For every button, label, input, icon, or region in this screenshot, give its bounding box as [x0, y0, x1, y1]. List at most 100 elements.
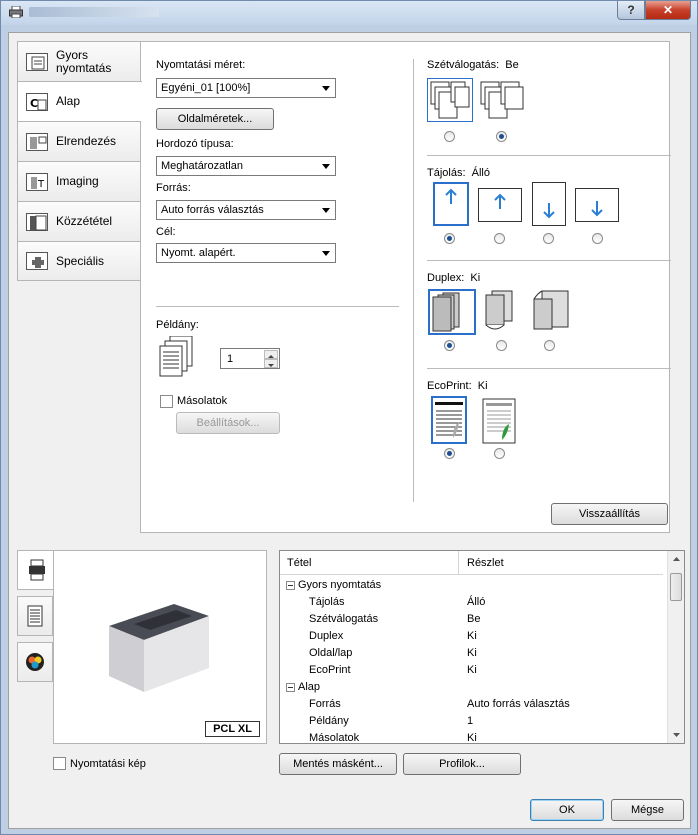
page-icon: [27, 605, 43, 627]
portrait-rotated-radio[interactable]: [543, 233, 554, 244]
ok-button[interactable]: OK: [530, 799, 604, 821]
help-button[interactable]: ?: [617, 1, 645, 20]
cancel-button[interactable]: Mégse: [611, 799, 684, 821]
collapse-icon[interactable]: [286, 581, 295, 590]
copies-checkbox[interactable]: [160, 395, 173, 408]
table-row[interactable]: Másolatok Ki: [280, 730, 663, 744]
svg-text:T: T: [37, 179, 45, 190]
row-value: Ki: [467, 732, 477, 744]
duplex-value: Ki: [470, 272, 481, 284]
landscape-option[interactable]: [478, 188, 522, 222]
source-select[interactable]: Auto forrás választás: [156, 200, 336, 220]
table-row[interactable]: Tájolás Álló: [280, 594, 663, 611]
print-preferences-window: ? ✕ Gyors nyomtatás C Alap Elrendezés T …: [0, 0, 698, 835]
col-detail-header[interactable]: Részlet: [467, 557, 504, 569]
row-key: Tájolás: [309, 596, 345, 608]
vertical-scrollbar[interactable]: [667, 551, 684, 743]
collate-on-radio[interactable]: [496, 131, 507, 142]
ecoprint-off-icon[interactable]: [431, 396, 467, 444]
color-icon: [26, 653, 44, 671]
title-bar[interactable]: ? ✕: [1, 1, 697, 25]
row-key: Gyors nyomtatás: [298, 579, 382, 591]
ecoprint-on-radio[interactable]: [494, 448, 505, 459]
tab-page-preview[interactable]: [17, 596, 53, 636]
ecoprint-off-radio[interactable]: [444, 448, 455, 459]
page-sizes-button[interactable]: Oldalméretek...: [156, 108, 274, 130]
row-value: 1: [467, 715, 474, 727]
copies-spinbox[interactable]: 1: [220, 348, 280, 369]
table-row[interactable]: Szétválogatás Be: [280, 611, 663, 628]
table-row-group[interactable]: Alap: [280, 679, 663, 696]
nav-label: Speciális: [56, 253, 105, 268]
tab-printer-preview[interactable]: [17, 550, 55, 590]
landscape-rotated-radio[interactable]: [592, 233, 603, 244]
portrait-option[interactable]: [433, 182, 469, 226]
table-row[interactable]: Duplex Ki: [280, 628, 663, 645]
divider: [427, 155, 671, 156]
collate-on-icon[interactable]: [479, 78, 525, 122]
landscape-rotated-option[interactable]: [575, 188, 619, 222]
row-key: EcoPrint: [309, 664, 351, 676]
row-key: Oldal/lap: [309, 647, 353, 659]
profiles-button[interactable]: Profilok...: [403, 753, 521, 775]
table-row[interactable]: Oldal/lap Ki: [280, 645, 663, 662]
table-row[interactable]: Példány 1: [280, 713, 663, 730]
portrait-radio[interactable]: [444, 233, 455, 244]
table-row[interactable]: Forrás Auto forrás választás: [280, 696, 663, 713]
nav-item-layout[interactable]: Elrendezés: [17, 121, 141, 161]
collate-off-radio[interactable]: [444, 131, 455, 142]
table-row-group[interactable]: Gyors nyomtatás: [280, 577, 663, 594]
basic-settings-panel: Nyomtatási méret: Egyéni_01 [100%] Oldal…: [140, 41, 671, 533]
media-type-label: Hordozó típusa:: [156, 138, 234, 150]
row-value: Ki: [467, 647, 477, 659]
window-title-blurred: [29, 7, 159, 17]
duplex-off-radio[interactable]: [444, 340, 455, 351]
ecoprint-label: EcoPrint: Ki: [427, 380, 488, 392]
copies-input[interactable]: 1: [227, 353, 233, 365]
portrait-rotated-option[interactable]: [532, 182, 566, 226]
ecoprint-on-icon[interactable]: [482, 398, 516, 444]
scrollbar-thumb[interactable]: [670, 573, 682, 601]
duplex-short-edge-radio[interactable]: [544, 340, 555, 351]
scroll-down-icon[interactable]: [672, 732, 681, 738]
collate-label: Szétválogatás: Be: [427, 59, 519, 71]
destination-select[interactable]: Nyomt. alapért.: [156, 243, 336, 263]
nav-item-advanced[interactable]: Speciális: [17, 241, 141, 281]
spin-down-icon[interactable]: [264, 359, 278, 368]
table-row[interactable]: EcoPrint Ki: [280, 662, 663, 679]
media-type-select[interactable]: Meghatározatlan: [156, 156, 336, 176]
duplex-long-edge-icon[interactable]: [482, 289, 522, 335]
landscape-radio[interactable]: [494, 233, 505, 244]
duplex-long-edge-radio[interactable]: [496, 340, 507, 351]
collate-off-icon[interactable]: [427, 78, 473, 122]
col-item-header[interactable]: Tétel: [287, 557, 311, 569]
tab-color-preview[interactable]: [17, 642, 53, 682]
spin-up-icon[interactable]: [264, 350, 278, 359]
settings-summary-grid: Tétel Részlet Gyors nyomtatás Tájolás Áll…: [279, 550, 685, 744]
reset-button[interactable]: Visszaállítás: [551, 503, 668, 525]
duplex-off-icon[interactable]: [428, 289, 476, 335]
column-separator[interactable]: [458, 551, 459, 575]
nav-item-basic[interactable]: C Alap: [17, 81, 142, 121]
nav-label: Közzététel: [56, 214, 113, 228]
duplex-label: Duplex: Ki: [427, 272, 481, 284]
nav-item-quick-print[interactable]: Gyors nyomtatás: [17, 41, 141, 81]
quick-print-icon: [26, 52, 48, 71]
scroll-up-icon[interactable]: [672, 556, 681, 562]
print-size-label: Nyomtatási méret:: [156, 59, 246, 71]
orientation-label: Tájolás: Álló: [427, 167, 490, 179]
nav-item-publishing[interactable]: Közzététel: [17, 201, 141, 241]
row-key: Szétválogatás: [309, 613, 379, 625]
destination-value: Nyomt. alapért.: [161, 247, 236, 259]
collapse-icon[interactable]: [286, 683, 295, 692]
orientation-value: Álló: [471, 167, 490, 179]
preview-tabs: [17, 550, 55, 688]
save-as-button[interactable]: Mentés másként...: [279, 753, 397, 775]
duplex-short-edge-icon[interactable]: [528, 289, 576, 335]
print-size-select[interactable]: Egyéni_01 [100%]: [156, 78, 336, 98]
nav-item-imaging[interactable]: T Imaging: [17, 161, 141, 201]
destination-label: Cél:: [156, 226, 176, 238]
close-button[interactable]: ✕: [645, 1, 691, 20]
settings-button[interactable]: Beállítások...: [176, 412, 280, 434]
print-image-checkbox[interactable]: [53, 757, 66, 770]
